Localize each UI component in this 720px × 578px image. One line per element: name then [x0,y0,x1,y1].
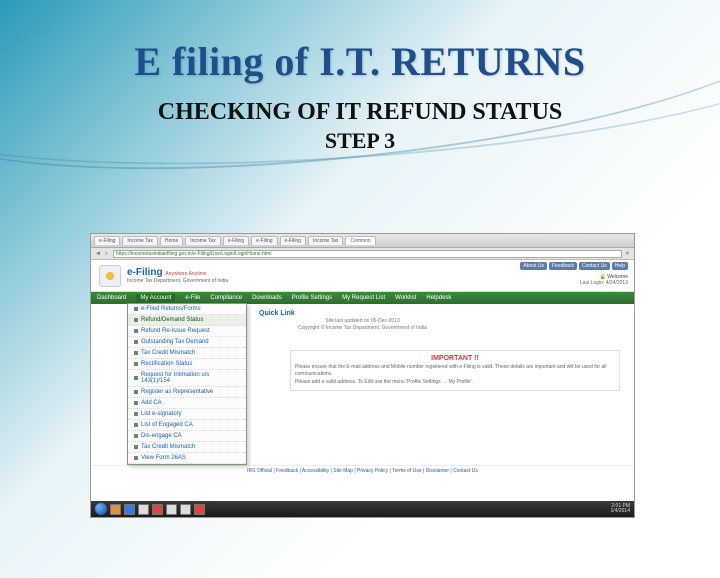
browser-tab[interactable]: e-Filing [223,236,249,245]
menu-compliance[interactable]: Compliance [210,295,242,301]
slide-step: STEP 3 [0,128,720,154]
brand-title: e-Filing [127,267,163,278]
menu-profile-settings[interactable]: Profile Settings [292,295,332,301]
dd-list-engaged-ca[interactable]: List of Engaged CA [128,420,246,431]
last-login: Last Login: 4/24/2013 [580,280,628,286]
taskbar-app-icon[interactable] [124,504,135,515]
menu-worklist[interactable]: Worklist [395,295,416,301]
browser-tab[interactable]: Home [160,236,183,245]
menu-downloads[interactable]: Downloads [252,295,282,301]
header-utility-links: About Us Feedback Contact Us Help [520,262,628,270]
clock-date: 1/4/2014 [611,509,630,514]
menu-helpdesk[interactable]: Helpdesk [426,295,451,301]
bullet-icon [134,445,138,449]
dd-request-intimation[interactable]: Request for Intimation u/s 143(1)/154 [128,370,246,387]
govt-emblem-icon [99,265,121,287]
dd-rectification-status[interactable]: Rectification Status [128,359,246,370]
brand-tagline: Anywhere Anytime [165,271,206,277]
browser-tabstrip: e-Filing Income Tax Home Income Tax e-Fi… [91,234,634,248]
taskbar-app-icon[interactable] [138,504,149,515]
start-button-icon[interactable] [95,503,107,515]
bullet-icon [134,351,138,355]
browser-tab[interactable]: e-Filing [280,236,306,245]
quick-links-heading: Quick Link [259,310,626,317]
bullet-icon [134,390,138,394]
slide-title: E filing of I.T. RETURNS [0,38,720,85]
embedded-screenshot: e-Filing Income Tax Home Income Tax e-Fi… [90,233,635,518]
taskbar-app-icon[interactable] [180,504,191,515]
dd-tax-credit-mismatch[interactable]: Tax Credit Mismatch [128,348,246,359]
decorative-curve-2 [0,0,720,191]
taskbar-app-icon[interactable] [110,504,121,515]
feedback-link[interactable]: Feedback [549,262,577,270]
browser-tab[interactable]: Income Tax [308,236,343,245]
important-notice: IMPORTANT !! Please ensure that the E-ma… [290,350,620,391]
bullet-icon [134,423,138,427]
important-heading: IMPORTANT !! [295,355,615,362]
taskbar-app-icon[interactable] [166,504,177,515]
browser-tab[interactable]: Income Tax [185,236,220,245]
footer-links[interactable]: IRS Official | Feedback | Accessibility … [91,465,634,474]
dd-disengage-ca[interactable]: Dis-engage CA [128,431,246,442]
bullet-icon [134,456,138,460]
menu-dashboard[interactable]: Dashboard [97,295,126,301]
brand-dept: Income Tax Department, Government of Ind… [127,278,228,284]
bullet-icon [134,340,138,344]
dd-refund-reissue[interactable]: Refund Re-issue Request [128,326,246,337]
help-link[interactable]: Help [612,262,628,270]
browser-tab[interactable]: e-Filing [94,236,120,245]
dd-efiled-returns[interactable]: e-Filed Returns/Forms [128,304,246,315]
bookmark-icon[interactable]: ★ [625,250,630,257]
dd-register-representative[interactable]: Register as Representative [128,387,246,398]
bullet-icon [134,362,138,366]
important-text-1: Please ensure that the E-mail address an… [295,364,615,377]
forward-icon[interactable]: ► [104,251,110,257]
my-account-dropdown: e-Filed Returns/Forms Refund/Demand Stat… [127,303,247,465]
browser-tab-active[interactable]: Common [345,236,375,245]
bullet-icon [134,307,138,311]
dd-tax-credit-mismatch-2[interactable]: Tax Credit Mismatch [128,442,246,453]
menu-my-account[interactable]: My Account [136,294,175,302]
page-content: e-Filed Returns/Forms Refund/Demand Stat… [91,304,634,504]
address-bar: ◄ ► https://incometaxindiaefiling.gov.in… [91,248,634,260]
dd-refund-demand-status[interactable]: Refund/Demand Status [128,315,246,326]
bullet-icon [134,412,138,416]
site-header: e-Filing Anywhere Anytime Income Tax Dep… [91,260,634,292]
bullet-icon [134,329,138,333]
bullet-icon [134,401,138,405]
bullet-icon [134,434,138,438]
bullet-icon [134,376,138,380]
bullet-icon [134,318,138,322]
dd-outstanding-demand[interactable]: Outstanding Tax Demand [128,337,246,348]
slide-subtitle: CHECKING OF IT REFUND STATUS [0,99,720,126]
taskbar-app-icon[interactable] [152,504,163,515]
dd-view-26as[interactable]: View Form 26AS [128,453,246,464]
contact-link[interactable]: Contact Us [579,262,610,270]
about-link[interactable]: About Us [520,262,547,270]
important-text-2: Please add a valid address. To Edit use … [295,379,615,386]
browser-tab[interactable]: e-Filing [251,236,277,245]
dd-list-esignatory[interactable]: List e-signatory [128,409,246,420]
dd-add-ca[interactable]: Add CA [128,398,246,409]
system-tray[interactable]: 2:01 PM 1/4/2014 [611,504,630,514]
browser-tab[interactable]: Income Tax [122,236,157,245]
windows-taskbar: 2:01 PM 1/4/2014 [91,501,634,517]
url-input[interactable]: https://incometaxindiaefiling.gov.in/e-F… [113,250,622,258]
menu-efile[interactable]: e-File [185,295,200,301]
menu-my-request-list[interactable]: My Request List [342,295,385,301]
taskbar-app-icon[interactable] [194,504,205,515]
back-icon[interactable]: ◄ [95,251,101,257]
